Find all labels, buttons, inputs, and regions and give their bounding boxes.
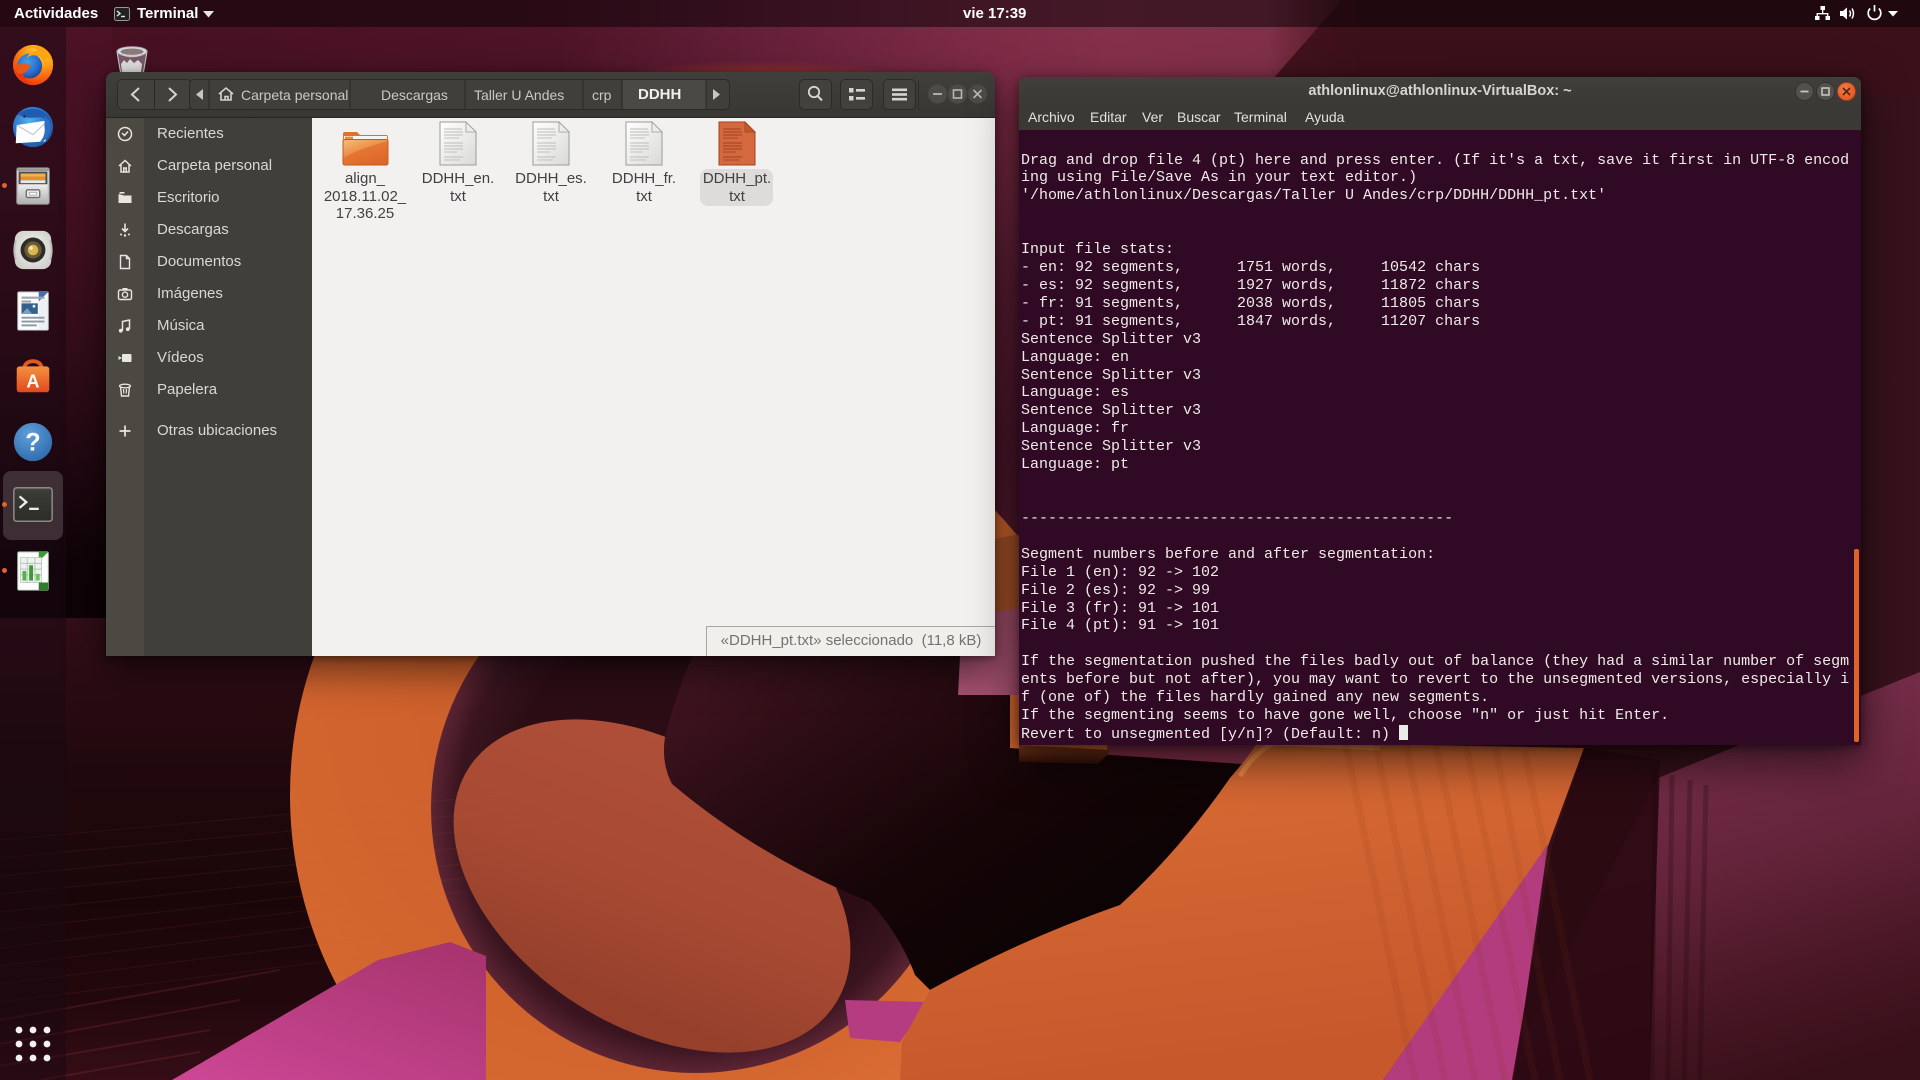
svg-text:?: ? [25,429,40,457]
svg-text:A: A [26,372,39,392]
